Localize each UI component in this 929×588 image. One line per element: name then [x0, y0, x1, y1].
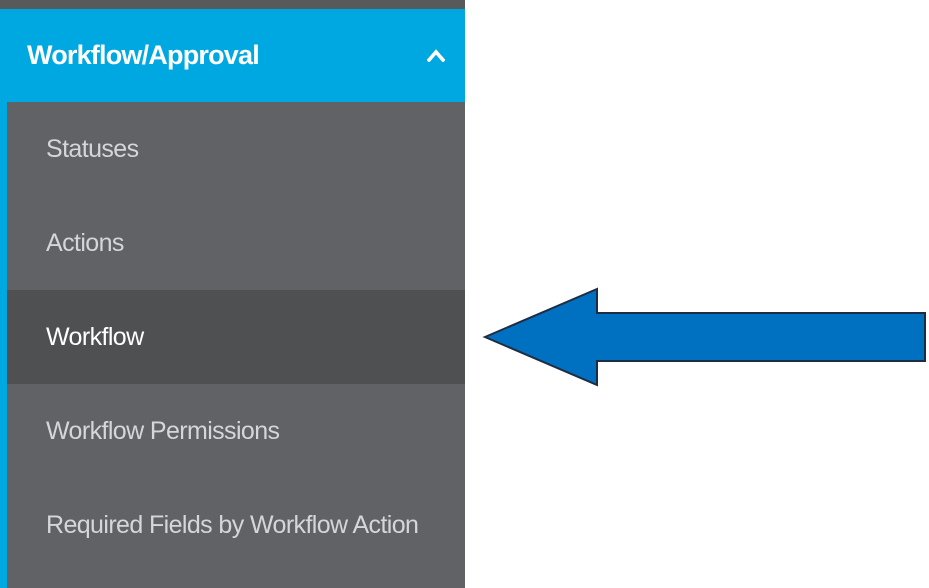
left-arrow-annotation: [482, 287, 926, 387]
sidebar-top-strip: [0, 0, 465, 9]
sidebar-item-label: Workflow Permissions: [46, 416, 280, 445]
screenshot-stage: Workflow/Approval Statuses Actions Workf…: [0, 0, 929, 588]
sidebar-item-workflow[interactable]: Workflow: [7, 290, 465, 384]
sidebar-item-label: Actions: [46, 228, 124, 257]
sidebar: Workflow/Approval Statuses Actions Workf…: [0, 0, 465, 588]
submenu: Statuses Actions Workflow Workflow Permi…: [7, 102, 465, 572]
sidebar-item-statuses[interactable]: Statuses: [7, 102, 465, 196]
workflow-approval-section-header[interactable]: Workflow/Approval: [0, 9, 465, 102]
sidebar-item-actions[interactable]: Actions: [7, 196, 465, 290]
arrow-shape: [482, 287, 926, 387]
sidebar-item-required-fields-by-workflow-action[interactable]: Required Fields by Workflow Action: [7, 478, 465, 572]
sidebar-item-label: Statuses: [46, 134, 139, 163]
section-title: Workflow/Approval: [27, 40, 260, 70]
chevron-up-icon[interactable]: [425, 45, 447, 67]
sidebar-item-label: Workflow: [46, 322, 144, 351]
sidebar-item-label: Required Fields by Workflow Action: [46, 510, 419, 539]
sidebar-item-workflow-permissions[interactable]: Workflow Permissions: [7, 384, 465, 478]
